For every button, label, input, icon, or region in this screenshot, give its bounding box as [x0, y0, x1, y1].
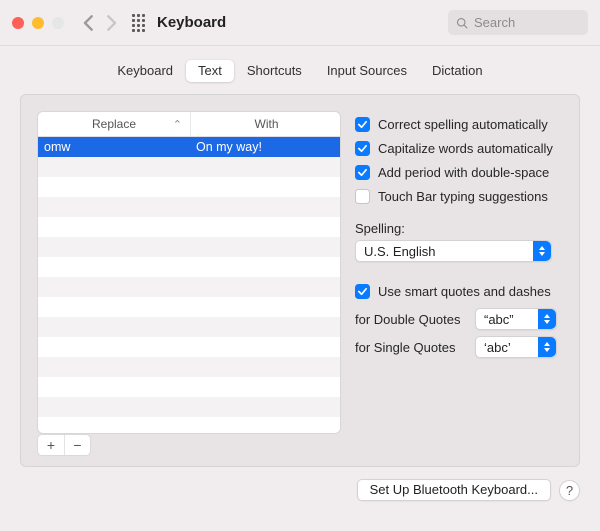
forward-button[interactable]	[100, 12, 122, 34]
table-row[interactable]	[38, 397, 340, 417]
options-column: Correct spelling automatically Capitaliz…	[355, 111, 563, 450]
add-remove-segment: + −	[37, 434, 91, 456]
content-pane: Replace ⌃ With omw On my way!	[20, 94, 580, 467]
tab-keyboard[interactable]: Keyboard	[105, 60, 185, 82]
column-header-replace[interactable]: Replace ⌃	[38, 112, 190, 136]
table-row[interactable]	[38, 337, 340, 357]
nav-buttons	[78, 12, 122, 34]
titlebar: Keyboard Search	[0, 0, 600, 46]
spelling-select[interactable]: U.S. English	[355, 240, 552, 262]
add-period-checkbox[interactable]: Add period with double-space	[355, 161, 563, 183]
maximize-window-button	[52, 17, 64, 29]
checkbox-icon	[355, 141, 370, 156]
chevron-updown-icon	[533, 241, 551, 261]
table-row[interactable]	[38, 377, 340, 397]
table-row[interactable]	[38, 317, 340, 337]
table-row[interactable]	[38, 237, 340, 257]
replacements-table: Replace ⌃ With omw On my way!	[37, 111, 341, 434]
bottom-bar: Set Up Bluetooth Keyboard... ?	[0, 467, 600, 501]
search-placeholder: Search	[474, 15, 515, 30]
help-button[interactable]: ?	[559, 480, 580, 501]
search-icon	[456, 17, 468, 29]
minimize-window-button[interactable]	[32, 17, 44, 29]
show-all-preferences-button[interactable]	[132, 14, 145, 32]
single-quotes-select[interactable]: ‘abc’	[475, 336, 557, 358]
table-row[interactable]	[38, 177, 340, 197]
add-button[interactable]: +	[38, 435, 64, 455]
chevron-updown-icon	[538, 337, 556, 357]
double-quotes-select[interactable]: “abc”	[475, 308, 557, 330]
cell-replace: omw	[38, 137, 190, 157]
table-row[interactable]	[38, 217, 340, 237]
cell-with: On my way!	[190, 137, 340, 157]
smart-quotes-checkbox[interactable]: Use smart quotes and dashes	[355, 280, 563, 302]
checkbox-icon	[355, 165, 370, 180]
double-quotes-row: for Double Quotes “abc”	[355, 308, 563, 330]
tab-text[interactable]: Text	[186, 60, 234, 82]
close-window-button[interactable]	[12, 17, 24, 29]
sort-indicator-icon: ⌃	[173, 118, 182, 131]
spelling-label: Spelling:	[355, 221, 563, 236]
tab-shortcuts[interactable]: Shortcuts	[235, 60, 314, 82]
checkbox-icon	[355, 117, 370, 132]
table-row[interactable]	[38, 277, 340, 297]
chevron-updown-icon	[538, 309, 556, 329]
table-row[interactable]	[38, 157, 340, 177]
table-row[interactable]	[38, 297, 340, 317]
tab-dictation[interactable]: Dictation	[420, 60, 495, 82]
window-controls	[12, 17, 64, 29]
tab-input-sources[interactable]: Input Sources	[315, 60, 419, 82]
capitalize-words-checkbox[interactable]: Capitalize words automatically	[355, 137, 563, 159]
back-button[interactable]	[78, 12, 100, 34]
table-row[interactable]	[38, 417, 340, 433]
table-row[interactable]	[38, 257, 340, 277]
tabs: Keyboard Text Shortcuts Input Sources Di…	[0, 46, 600, 94]
table-row[interactable]: omw On my way!	[38, 137, 340, 157]
search-input[interactable]: Search	[448, 10, 588, 35]
replacements-body: omw On my way!	[38, 137, 340, 433]
remove-button[interactable]: −	[64, 435, 90, 455]
checkbox-icon	[355, 189, 370, 204]
checkbox-icon	[355, 284, 370, 299]
table-row[interactable]	[38, 197, 340, 217]
table-row[interactable]	[38, 357, 340, 377]
touch-bar-checkbox[interactable]: Touch Bar typing suggestions	[355, 185, 563, 207]
page-title: Keyboard	[157, 14, 226, 31]
column-header-with[interactable]: With	[190, 112, 341, 136]
correct-spelling-checkbox[interactable]: Correct spelling automatically	[355, 113, 563, 135]
single-quotes-row: for Single Quotes ‘abc’	[355, 336, 563, 358]
bluetooth-keyboard-button[interactable]: Set Up Bluetooth Keyboard...	[357, 479, 551, 501]
